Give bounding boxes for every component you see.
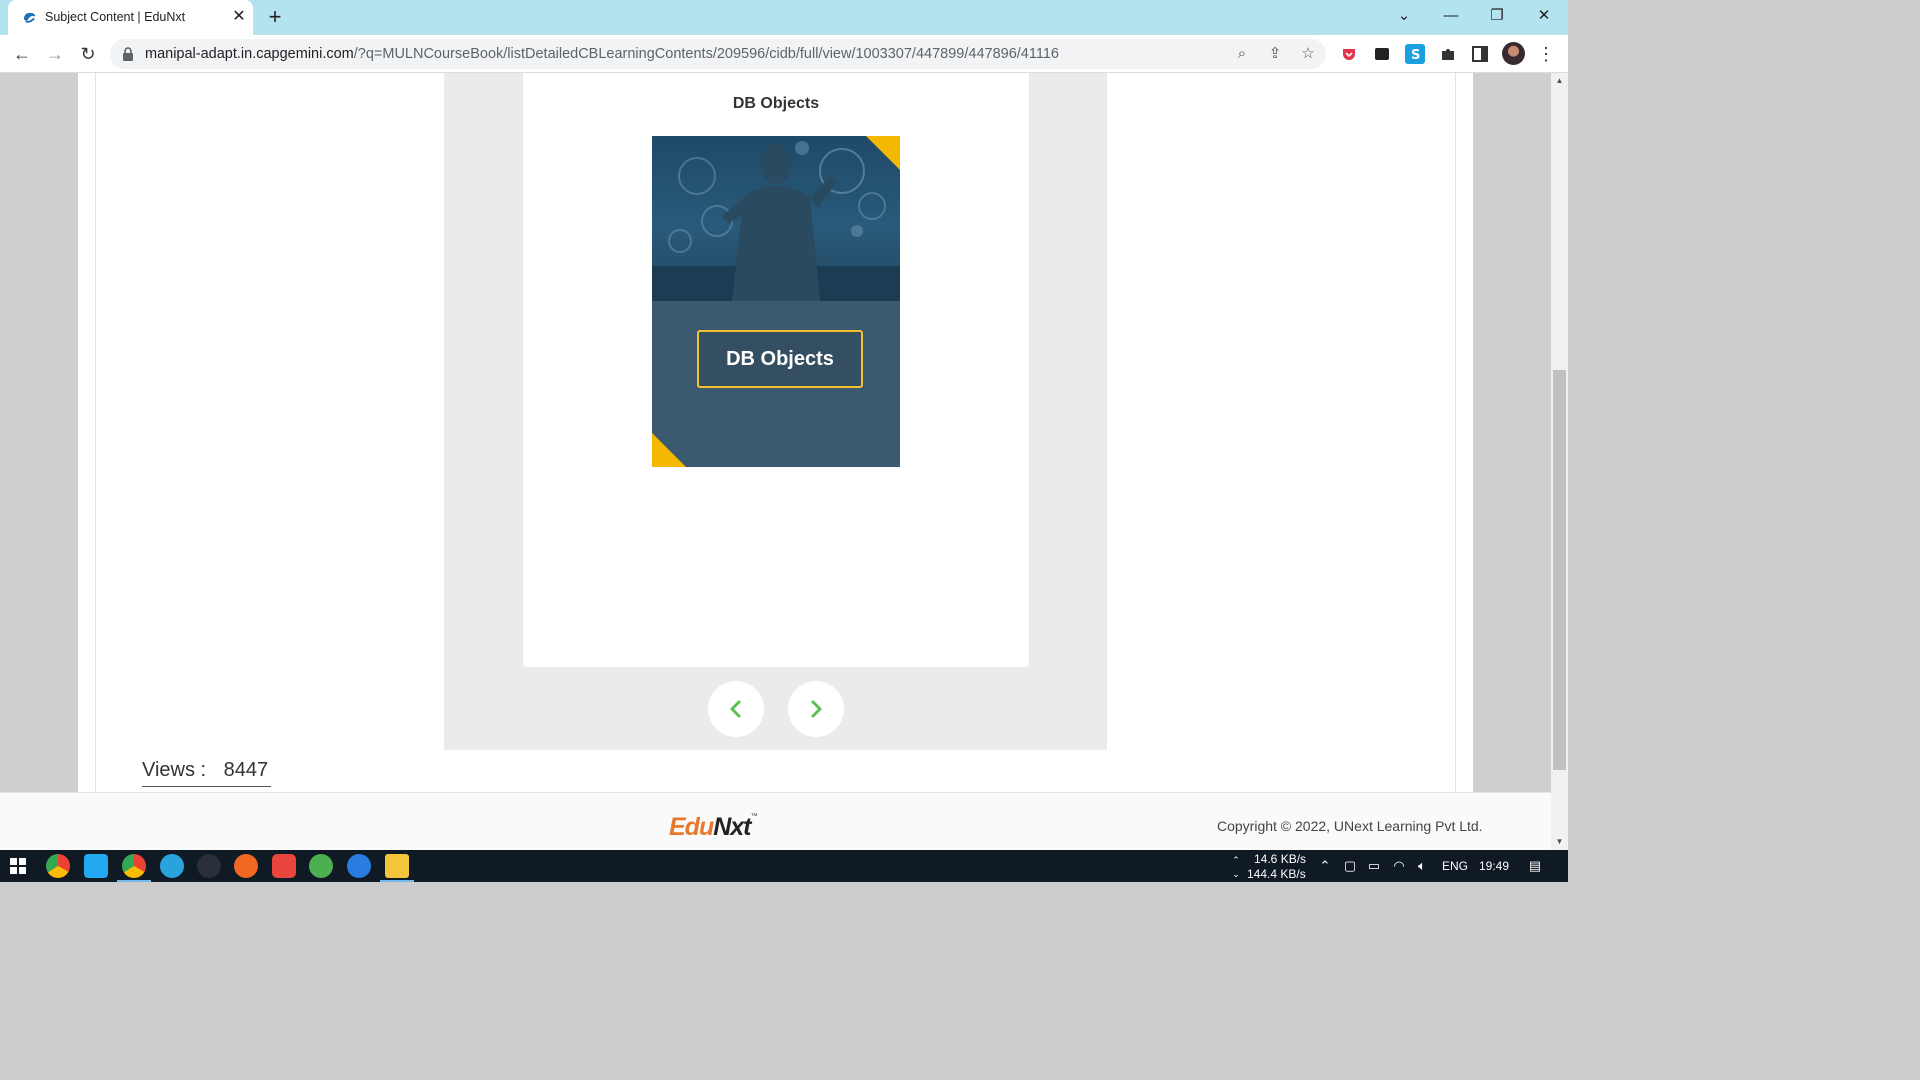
scroll-thumb[interactable] xyxy=(1553,370,1566,770)
extensions-puzzle-icon[interactable] xyxy=(1438,44,1458,64)
content-viewer: DB Objects DB Objects xyxy=(444,73,1107,750)
browser-tab-strip: Subject Content | EduNxt ✕ + ⌄ — ❐ ✕ xyxy=(0,0,1568,35)
volume-icon[interactable]: 🔈︎ xyxy=(1414,858,1430,874)
new-tab-button[interactable]: + xyxy=(262,5,288,31)
download-arrow-icon: ⌄ xyxy=(1232,869,1240,879)
person-touching-screen-illustration xyxy=(652,141,900,301)
cover-title-text: DB Objects xyxy=(726,348,834,370)
share-icon[interactable]: ⇪ xyxy=(1265,44,1285,64)
p-app-taskbar-icon[interactable] xyxy=(272,854,296,878)
extension-pocket-icon[interactable] xyxy=(1339,44,1359,64)
extension-puzzle-dark-icon[interactable] xyxy=(1372,44,1392,64)
svg-text:S: S xyxy=(1411,48,1420,63)
copyright-text: Copyright © 2022, UNext Learning Pvt Ltd… xyxy=(1217,818,1483,834)
page-viewport: DB Objects DB Objects Views: 8447 xyxy=(0,73,1551,792)
profile-avatar[interactable] xyxy=(1502,42,1525,65)
views-label: Views : xyxy=(142,759,207,781)
explorer-active-indicator xyxy=(380,880,414,882)
postman-taskbar-icon[interactable] xyxy=(234,854,258,878)
window-close-icon[interactable]: ✕ xyxy=(1521,0,1567,32)
browser-toolbar: ← → ↻ manipal-adapt.in.capgemini.com/?q=… xyxy=(0,35,1568,73)
browser-menu-icon[interactable]: ⋮ xyxy=(1536,39,1556,69)
file-explorer-taskbar-icon[interactable] xyxy=(385,854,409,878)
forward-arrow-icon[interactable]: → xyxy=(40,39,70,69)
tab-subject-content[interactable]: Subject Content | EduNxt ✕ xyxy=(8,0,253,35)
restore-icon[interactable]: ❐ xyxy=(1474,0,1520,32)
page-scrollbar[interactable]: ▲ ▼ xyxy=(1551,73,1568,850)
chevron-left-icon xyxy=(730,700,741,718)
zoom-icon[interactable]: ⌕ xyxy=(1232,44,1252,64)
meet-now-icon[interactable]: ▢ xyxy=(1342,858,1358,874)
language-indicator[interactable]: ENG xyxy=(1442,859,1468,873)
content-card: DB Objects DB Objects xyxy=(523,73,1029,667)
next-button[interactable] xyxy=(788,681,844,737)
cover-title-badge: DB Objects xyxy=(697,330,863,388)
minimize-icon[interactable]: — xyxy=(1428,0,1474,32)
back-arrow-icon[interactable]: ← xyxy=(7,39,37,69)
network-upload-speed: 14.6 KB/s xyxy=(1254,852,1307,866)
active-app-indicator xyxy=(117,880,151,882)
chrome-active-taskbar-icon[interactable] xyxy=(122,854,146,878)
views-underline xyxy=(142,786,271,787)
edunxt-logo: EduNxt™ xyxy=(669,813,758,841)
tab-title: Subject Content | EduNxt xyxy=(45,10,186,24)
content-title: DB Objects xyxy=(732,95,820,112)
chevron-right-icon xyxy=(811,700,822,718)
notifications-icon[interactable]: ▤ xyxy=(1527,858,1543,874)
browser-taskbar-icon[interactable] xyxy=(347,854,371,878)
cover-corner-top-right xyxy=(866,136,900,170)
cover-photo xyxy=(652,136,900,301)
bookmark-star-icon[interactable]: ☆ xyxy=(1298,44,1318,64)
battery-icon[interactable]: ▭ xyxy=(1366,858,1382,874)
vscode-taskbar-icon[interactable] xyxy=(84,854,108,878)
tray-overflow-icon[interactable]: ⌃ xyxy=(1317,858,1333,874)
network-download-speed: 144.4 KB/s xyxy=(1247,867,1306,881)
ebook-cover[interactable]: DB Objects xyxy=(652,136,900,467)
windows-start-icon[interactable] xyxy=(10,858,26,874)
scroll-down-arrow-icon[interactable]: ▼ xyxy=(1551,834,1568,850)
wifi-icon[interactable]: ◠ xyxy=(1391,858,1407,874)
scroll-up-arrow-icon[interactable]: ▲ xyxy=(1551,73,1568,89)
windows-taskbar: 14.6 KB/s 144.4 KB/s ⌃ ⌄ ⌃ ▢ ▭ ◠ 🔈︎ ENG … xyxy=(0,850,1568,882)
chrome-taskbar-icon[interactable] xyxy=(46,854,70,878)
edunxt-favicon-icon xyxy=(23,12,36,23)
side-panel-icon[interactable] xyxy=(1470,44,1490,64)
tab-search-dropdown-icon[interactable]: ⌄ xyxy=(1381,0,1427,32)
utorrent-taskbar-icon[interactable] xyxy=(309,854,333,878)
cover-corner-bottom-left xyxy=(652,433,686,467)
previous-button[interactable] xyxy=(708,681,764,737)
tab-close-icon[interactable]: ✕ xyxy=(229,7,249,27)
reload-icon[interactable]: ↻ xyxy=(73,39,103,69)
page-footer: EduNxt™ Copyright © 2022, UNext Learning… xyxy=(0,792,1551,850)
lock-icon xyxy=(123,47,133,61)
clock-time[interactable]: 19:49 xyxy=(1479,859,1509,873)
address-bar[interactable]: manipal-adapt.in.capgemini.com/?q=MULNCo… xyxy=(110,39,1326,69)
extension-s-icon[interactable]: S xyxy=(1405,44,1425,64)
views-count: 8447 xyxy=(223,759,269,781)
url-text: manipal-adapt.in.capgemini.com/?q=MULNCo… xyxy=(145,46,1059,62)
views-counter: Views : 8447 xyxy=(142,759,268,782)
telegram-taskbar-icon[interactable] xyxy=(160,854,184,878)
inkscape-taskbar-icon[interactable] xyxy=(197,854,221,878)
